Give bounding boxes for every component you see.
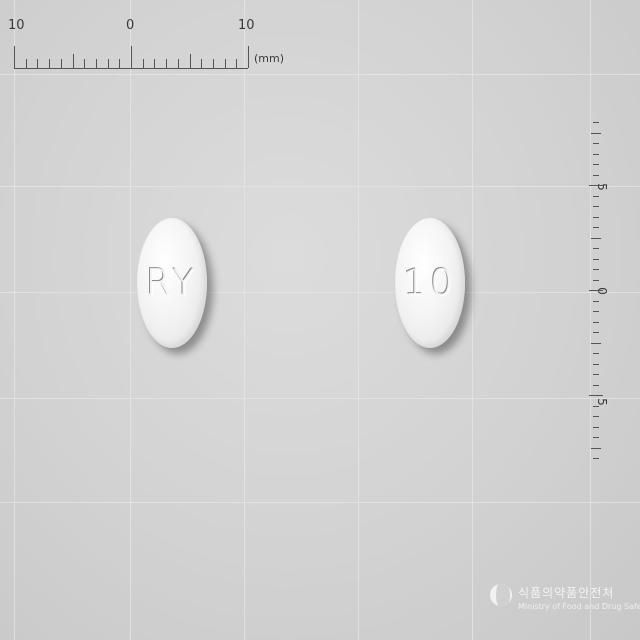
- ruler-tick: [591, 132, 601, 134]
- ruler-tick: [177, 59, 179, 68]
- ruler-tick: [189, 54, 191, 68]
- ruler-tick: [593, 195, 599, 197]
- pill-imprint: 10: [403, 262, 457, 304]
- ruler-tick: [593, 416, 599, 417]
- ruler-tick: [212, 59, 214, 68]
- ruler-tick: [589, 395, 603, 396]
- ruler-tick: [25, 59, 27, 68]
- ruler-tick: [142, 59, 144, 68]
- ruler-tick: [593, 174, 599, 176]
- ruler-tick: [593, 269, 599, 270]
- top-ruler-label: 10: [238, 18, 255, 33]
- ruler-tick: [593, 153, 599, 155]
- grid-line: [0, 398, 640, 399]
- mfds-watermark: 식품의약품안전처 Ministry of Food and Drug Safet…: [490, 582, 640, 622]
- ruler-tick: [593, 311, 599, 312]
- ruler-tick: [593, 405, 599, 407]
- top-ruler-label: 0: [126, 18, 135, 33]
- ruler-tick: [60, 59, 62, 68]
- ruler-tick: [593, 248, 599, 249]
- ruler-tick: [589, 290, 603, 291]
- ruler-tick: [593, 437, 599, 438]
- ruler-unit-label: (mm): [254, 52, 285, 65]
- grid-line: [244, 0, 245, 640]
- ruler-tick: [593, 321, 599, 323]
- ruler-tick: [589, 185, 603, 186]
- ruler-tick: [593, 426, 599, 428]
- ruler-tick: [591, 342, 601, 344]
- ruler-tick: [593, 374, 599, 375]
- ruler-tick: [84, 59, 86, 68]
- photo-background: 10 0 10 (mm) 5 0 5 RY 10 식품의약품안전처 Minist…: [0, 0, 640, 640]
- grid-line: [358, 0, 359, 640]
- ruler-tick: [593, 216, 599, 218]
- ruler-tick: [119, 59, 121, 68]
- ruler-tick: [236, 59, 238, 68]
- grid-line: [130, 0, 131, 640]
- watermark-korean: 식품의약품안전처: [518, 586, 615, 600]
- grid-line: [0, 292, 640, 293]
- mfds-logo-icon: [490, 584, 512, 606]
- ruler-baseline: [14, 68, 248, 69]
- grid-line: [0, 74, 640, 75]
- ruler-tick: [107, 59, 109, 68]
- ruler-tick: [591, 447, 601, 449]
- ruler-tick: [593, 353, 599, 354]
- ruler-tick: [166, 59, 168, 68]
- ruler-tick: [593, 363, 599, 365]
- ruler-tick: [593, 143, 599, 144]
- ruler-tick: [593, 384, 599, 386]
- ruler-tick: [593, 164, 599, 165]
- ruler-tick: [593, 279, 599, 281]
- pill-imprint: RY: [145, 262, 199, 304]
- ruler-tick: [154, 59, 156, 68]
- grid-line: [0, 502, 640, 503]
- watermark-english: Ministry of Food and Drug Safety: [518, 602, 640, 611]
- ruler-tick: [248, 46, 249, 68]
- ruler-tick: [131, 46, 132, 68]
- ruler-tick: [224, 59, 226, 68]
- ruler-tick: [593, 458, 599, 459]
- grid-line: [14, 0, 15, 640]
- ruler-tick: [593, 332, 599, 333]
- top-ruler-label: 10: [8, 18, 25, 33]
- ruler-tick: [201, 59, 203, 68]
- ruler-tick: [95, 59, 97, 68]
- right-ruler-label: 0: [594, 287, 609, 295]
- ruler-tick: [591, 237, 601, 239]
- ruler-tick: [72, 54, 74, 68]
- pill-back: 10: [395, 218, 465, 348]
- ruler-tick: [14, 46, 15, 68]
- ruler-tick: [593, 227, 599, 228]
- pill-front: RY: [137, 218, 207, 348]
- ruler-tick: [593, 122, 599, 123]
- grid-line: [472, 0, 473, 640]
- ruler-tick: [37, 59, 39, 68]
- ruler-tick: [593, 206, 599, 207]
- ruler-tick: [593, 300, 599, 302]
- ruler-tick: [49, 59, 51, 68]
- grid-line: [590, 0, 591, 640]
- grid-line: [0, 186, 640, 187]
- ruler-tick: [593, 258, 599, 260]
